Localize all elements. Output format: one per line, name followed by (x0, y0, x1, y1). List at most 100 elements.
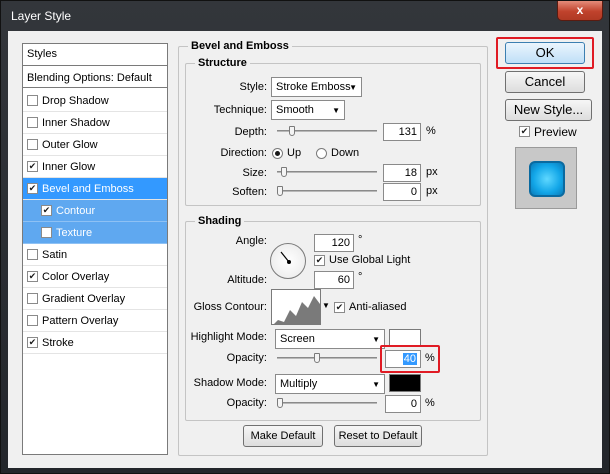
layer-style-item-label: Satin (42, 248, 68, 261)
direction-label: Direction: (220, 147, 267, 159)
layer-style-item[interactable]: ✔ Contour (23, 200, 167, 222)
close-icon: x (576, 3, 584, 17)
chevron-down-icon: ▼ (372, 335, 380, 344)
slider-thumb[interactable] (277, 186, 283, 196)
layer-style-item[interactable]: Pattern Overlay (23, 310, 167, 332)
layer-style-item[interactable]: Outer Glow (23, 134, 167, 156)
layer-style-item[interactable]: Inner Shadow (23, 112, 167, 134)
slider-thumb[interactable] (281, 167, 287, 177)
slider-track (277, 402, 377, 404)
shading-legend: Shading (195, 215, 245, 227)
slider-track (277, 357, 377, 359)
effect-checkbox[interactable]: ✔ (27, 271, 38, 282)
gloss-contour-dropdown[interactable]: ▼ (322, 301, 330, 310)
styles-list: Styles Blending Options: Default Drop Sh… (22, 43, 168, 455)
new-style-button[interactable]: New Style... (505, 99, 592, 121)
layer-style-item[interactable]: Drop Shadow (23, 90, 167, 112)
angle-pointer-icon (280, 251, 290, 263)
effect-checkbox[interactable]: ✔ (27, 337, 38, 348)
preview-label: Preview (534, 125, 577, 139)
effect-checkbox[interactable] (27, 95, 38, 106)
anti-aliased-checkbox[interactable]: ✔ (334, 302, 345, 313)
styles-header[interactable]: Styles (23, 44, 167, 66)
ok-button[interactable]: OK (505, 42, 585, 64)
highlight-mode-select[interactable]: Screen ▼ (275, 329, 385, 349)
highlight-opacity-label: Opacity: (226, 352, 267, 364)
layer-style-item[interactable]: Texture (23, 222, 167, 244)
technique-select[interactable]: Smooth ▼ (271, 100, 345, 120)
soften-unit: px (426, 185, 438, 197)
close-button[interactable]: x (557, 1, 603, 21)
effect-checkbox[interactable] (27, 293, 38, 304)
slider-track (277, 171, 377, 173)
layer-style-dialog: Layer Style x Styles Blending Options: D… (0, 0, 610, 474)
soften-input[interactable]: 0 (383, 183, 421, 201)
effect-checkbox[interactable]: ✔ (41, 205, 52, 216)
highlight-mode-value: Screen (280, 333, 315, 345)
contour-curve-icon (274, 296, 320, 324)
layer-style-item[interactable]: Gradient Overlay (23, 288, 167, 310)
direction-up-radio[interactable] (272, 148, 283, 159)
shadow-opacity-input[interactable]: 0 (385, 395, 421, 413)
altitude-label: Altitude: (227, 274, 267, 286)
reset-default-button[interactable]: Reset to Default (334, 425, 422, 447)
chevron-down-icon: ▼ (372, 380, 380, 389)
layer-style-item[interactable]: ✔ Bevel and Emboss (23, 178, 167, 200)
window-title: Layer Style (11, 9, 72, 23)
preview-checkbox[interactable]: ✔ (519, 126, 530, 137)
technique-label: Technique: (213, 104, 267, 116)
slider-thumb[interactable] (314, 353, 320, 363)
global-light-label: Use Global Light (329, 254, 411, 266)
direction-up-label: Up (287, 147, 302, 159)
blending-options-item[interactable]: Blending Options: Default (23, 68, 167, 88)
direction-down-label: Down (331, 147, 360, 159)
layer-style-item-label: Pattern Overlay (42, 314, 119, 327)
shadow-opacity-label: Opacity: (226, 397, 267, 409)
effect-checkbox[interactable]: ✔ (27, 183, 38, 194)
depth-unit: % (426, 125, 436, 137)
highlight-opacity-input[interactable]: 40 (385, 350, 421, 368)
angle-input[interactable]: 120 (314, 234, 354, 252)
title-bar[interactable]: Layer Style x (1, 1, 609, 31)
layer-style-item[interactable]: Satin (23, 244, 167, 266)
layer-style-item[interactable]: ✔ Color Overlay (23, 266, 167, 288)
depth-input[interactable]: 131 (383, 123, 421, 141)
style-value: Stroke Emboss (276, 81, 351, 93)
cancel-button[interactable]: Cancel (505, 71, 585, 93)
size-unit: px (426, 166, 438, 178)
effect-checkbox[interactable] (27, 249, 38, 260)
altitude-input[interactable]: 60 (314, 271, 354, 289)
highlight-opacity-unit: % (425, 352, 435, 364)
size-input[interactable]: 18 (383, 164, 421, 182)
soften-label: Soften: (232, 186, 267, 198)
style-select[interactable]: Stroke Emboss ▼ (271, 77, 362, 97)
shadow-color-swatch[interactable] (389, 374, 421, 392)
effect-checkbox[interactable] (27, 117, 38, 128)
gloss-contour-picker[interactable] (271, 289, 321, 325)
technique-value: Smooth (276, 104, 314, 116)
angle-dial[interactable] (270, 243, 306, 279)
size-label: Size: (242, 167, 267, 179)
slider-thumb[interactable] (289, 126, 295, 136)
layer-style-item-label: Inner Glow (42, 160, 96, 173)
effect-checkbox[interactable] (41, 227, 52, 238)
direction-down-radio[interactable] (316, 148, 327, 159)
layer-style-item[interactable]: ✔ Stroke (23, 332, 167, 354)
depth-slider[interactable] (277, 126, 377, 136)
make-default-button[interactable]: Make Default (243, 425, 323, 447)
shadow-mode-select[interactable]: Multiply ▼ (275, 374, 385, 394)
highlight-opacity-slider[interactable] (277, 353, 377, 363)
soften-slider[interactable] (277, 186, 377, 196)
layer-style-item-label: Inner Shadow (42, 116, 110, 129)
slider-thumb[interactable] (277, 398, 283, 408)
effect-checkbox[interactable] (27, 315, 38, 326)
layer-style-item-label: Gradient Overlay (42, 292, 126, 305)
shadow-opacity-slider[interactable] (277, 398, 377, 408)
angle-label: Angle: (235, 235, 267, 247)
effect-checkbox[interactable] (27, 139, 38, 150)
global-light-checkbox[interactable]: ✔ (314, 255, 325, 266)
layer-style-item-label: Contour (56, 204, 96, 217)
layer-style-item[interactable]: ✔ Inner Glow (23, 156, 167, 178)
size-slider[interactable] (277, 167, 377, 177)
effect-checkbox[interactable]: ✔ (27, 161, 38, 172)
